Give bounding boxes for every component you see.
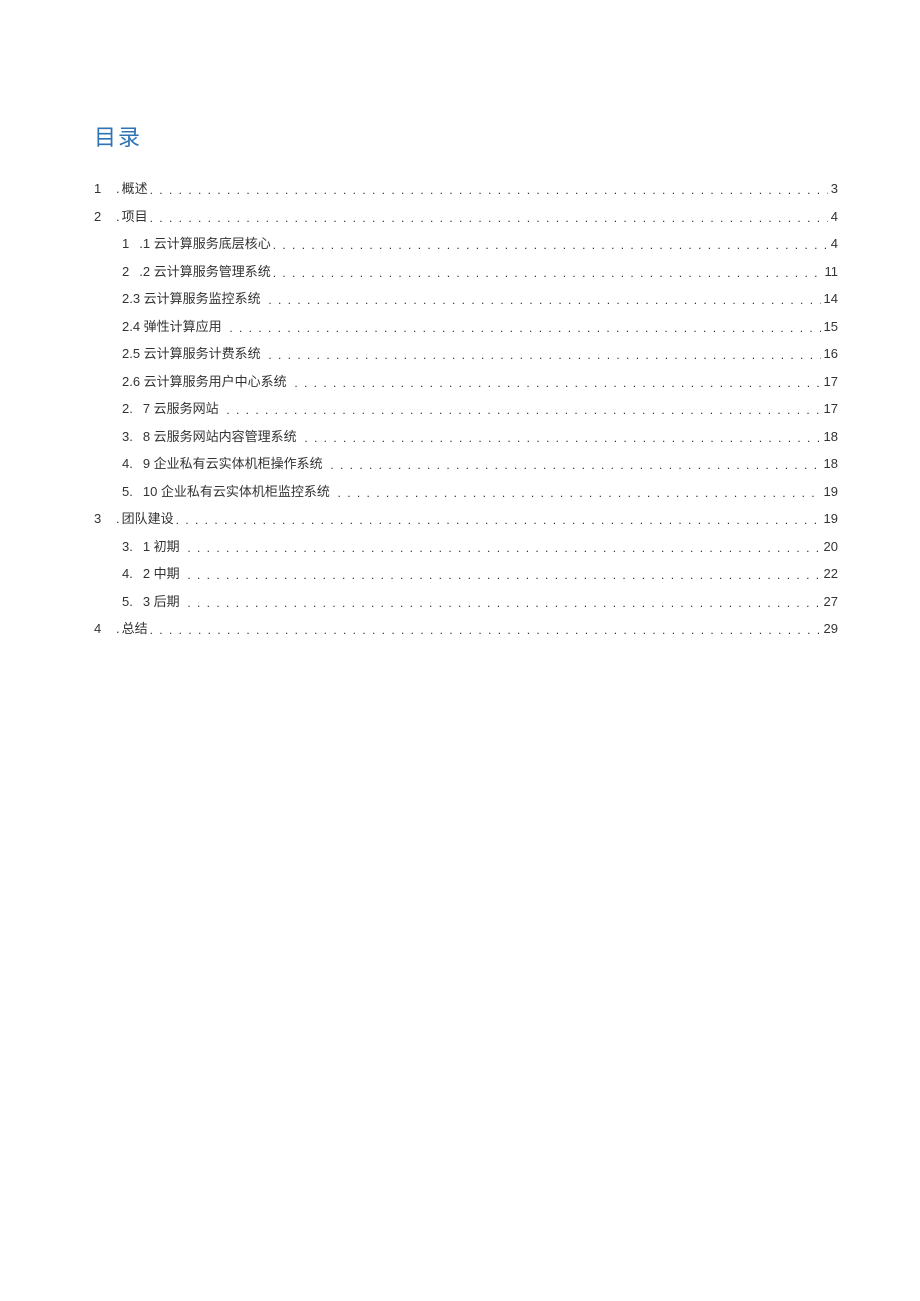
- toc-subentry: 2.3 云计算服务监控系统 14: [94, 288, 838, 307]
- toc-leader-dots: [226, 403, 820, 417]
- toc-label: 团队建设: [122, 508, 176, 527]
- toc-page: 19: [821, 484, 838, 499]
- toc-subnum: 3.: [122, 429, 143, 444]
- toc-subnum: 1: [122, 236, 139, 251]
- toc-page: 17: [821, 374, 838, 389]
- toc-leader-dots: [187, 541, 820, 555]
- toc-subentry: 2.5 云计算服务计费系统 16: [94, 343, 838, 362]
- toc-leader-dots: [176, 513, 821, 527]
- toc-subentry: 2 .2 云计算服务管理系统 11: [94, 261, 838, 280]
- toc-page: 14: [821, 291, 838, 306]
- toc-number: 4: [94, 621, 116, 636]
- toc-page: 22: [821, 566, 838, 581]
- toc-page: 20: [821, 539, 838, 554]
- toc-sublabel: .1 云计算服务底层核心: [139, 233, 272, 252]
- toc-subnum: 4.: [122, 456, 143, 471]
- toc-number: 3: [94, 511, 116, 526]
- toc-page: 15: [821, 319, 838, 334]
- toc-sublabel: 7 云服务网站: [143, 398, 221, 417]
- toc-leader-dots: [338, 486, 821, 500]
- toc-page: 19: [821, 511, 838, 526]
- toc-leader-dots: [229, 321, 820, 335]
- toc-number: 1: [94, 181, 116, 196]
- toc-subnum: 5.: [122, 594, 143, 609]
- toc-entry-team: 3 . 团队建设 19: [94, 508, 838, 527]
- toc-leader-dots: [268, 293, 820, 307]
- toc-entry-summary: 4 . 总结 29: [94, 618, 838, 637]
- toc-label: 概述: [122, 178, 150, 197]
- toc-sublabel: 2 中期: [143, 563, 182, 582]
- toc-subentry: 4. 2 中期 22: [94, 563, 838, 582]
- toc-subentry: 2.4 弹性计算应用 15: [94, 316, 838, 335]
- toc-subentry: 1 .1 云计算服务底层核心 4: [94, 233, 838, 252]
- toc-label: 总结: [122, 618, 150, 637]
- toc-sublabel: 10 企业私有云实体机柜监控系统: [143, 481, 332, 500]
- toc-page: 17: [821, 401, 838, 416]
- toc-page: 18: [821, 429, 838, 444]
- toc-sublabel: 1 初期: [143, 536, 182, 555]
- toc-subnum: 4.: [122, 566, 143, 581]
- toc-number: 2: [94, 209, 116, 224]
- toc-leader-dots: [330, 458, 820, 472]
- toc-page: 16: [821, 346, 838, 361]
- toc-sublabel: 3 后期: [143, 591, 182, 610]
- toc-sublabel: 2.4 弹性计算应用: [122, 316, 224, 335]
- toc-leader-dots: [150, 211, 828, 225]
- toc-subentry: 5. 10 企业私有云实体机柜监控系统 19: [94, 481, 838, 500]
- toc-subentry: 3. 8 云服务网站内容管理系统 18: [94, 426, 838, 445]
- toc-page: 29: [821, 621, 838, 636]
- toc-leader-dots: [304, 431, 820, 445]
- toc-leader-dots: [150, 623, 821, 637]
- toc-sublabel: 2.5 云计算服务计费系统: [122, 343, 263, 362]
- toc-leader-dots: [273, 238, 828, 252]
- toc-sublabel: 9 企业私有云实体机柜操作系统: [143, 453, 325, 472]
- toc-subentry: 5. 3 后期 27: [94, 591, 838, 610]
- toc-sublabel: 2.3 云计算服务监控系统: [122, 288, 263, 307]
- toc-subentry: 2. 7 云服务网站 17: [94, 398, 838, 417]
- toc-page: 3: [828, 181, 838, 196]
- toc-page: 4: [828, 236, 838, 251]
- toc-page: 18: [821, 456, 838, 471]
- toc-subentry: 4. 9 企业私有云实体机柜操作系统 18: [94, 453, 838, 472]
- toc-subnum: 3.: [122, 539, 143, 554]
- toc-page: 27: [821, 594, 838, 609]
- toc-leader-dots: [187, 596, 820, 610]
- toc-leader-dots: [150, 183, 828, 197]
- toc-page: 11: [822, 264, 839, 279]
- toc-label: 项目: [122, 206, 150, 225]
- toc-sublabel: 8 云服务网站内容管理系统: [143, 426, 299, 445]
- toc-leader-dots: [294, 376, 820, 390]
- toc-entry-overview: 1 . 概述 3: [94, 178, 838, 197]
- toc-sublabel: .2 云计算服务管理系统: [139, 261, 272, 280]
- toc-entry-project: 2 . 项目 4: [94, 206, 838, 225]
- toc-subnum: 2: [122, 264, 139, 279]
- toc-leader-dots: [273, 266, 822, 280]
- toc-subentry: 3. 1 初期 20: [94, 536, 838, 555]
- toc-page: 4: [828, 209, 838, 224]
- toc-leader-dots: [187, 568, 820, 582]
- toc-subnum: 2.: [122, 401, 143, 416]
- toc-leader-dots: [268, 348, 820, 362]
- toc-subnum: 5.: [122, 484, 143, 499]
- toc-subentry: 2.6 云计算服务用户中心系统 17: [94, 371, 838, 390]
- toc-title: 目录: [94, 120, 838, 152]
- toc-sublabel: 2.6 云计算服务用户中心系统: [122, 371, 289, 390]
